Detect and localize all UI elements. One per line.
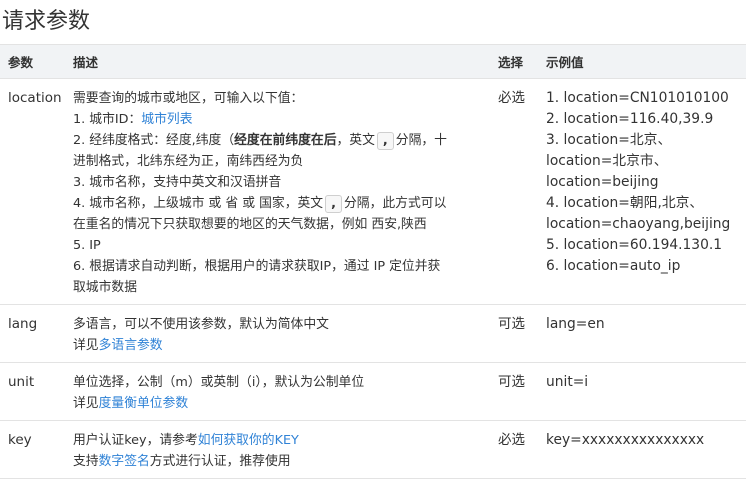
- desc-line: 6. 根据请求自动判断，根据用户的请求获取IP，通过 IP 定位并获: [73, 259, 441, 274]
- example-line: 6. location=auto_ip: [546, 258, 681, 274]
- desc-line: 4. 城市名称，上级城市 或 省 或 国家，英文, 分隔，此方式可以: [73, 193, 486, 214]
- param-description: 单位选择，公制（m）或英制（i），默认为公制单位 详见度量衡单位参数: [65, 362, 490, 421]
- desc-text: 2. 经纬度格式：经度,纬度（: [73, 133, 235, 148]
- desc-line: 在重名的情况下只获取想要的地区的天气数据，例如 西安,陕西: [73, 217, 427, 232]
- desc-bold-text: 经度在前纬度在后: [234, 133, 337, 148]
- desc-line: 1. 城市ID：城市列表: [73, 109, 486, 130]
- header-example: 示例值: [538, 44, 746, 79]
- desc-line: 5. IP: [73, 238, 101, 253]
- header-description: 描述: [65, 44, 490, 79]
- example-line: 4. location=朝阳,北京、: [546, 195, 704, 211]
- desc-line: 取城市数据: [73, 280, 137, 295]
- param-example: lang=en: [538, 304, 746, 363]
- desc-text: 方式进行认证，推荐使用: [149, 454, 291, 469]
- desc-text: 分隔，十: [395, 133, 447, 148]
- example-line: location=北京市、: [546, 153, 668, 169]
- desc-line: 需要查询的城市或地区，可输入以下值：: [73, 91, 304, 106]
- header-param: 参数: [0, 44, 65, 79]
- example-line: 2. location=116.40,39.9: [546, 111, 714, 127]
- header-choice: 选择: [490, 44, 538, 79]
- desc-text: 用户认证key，请参考: [73, 433, 198, 448]
- desc-line: 2. 经纬度格式：经度,纬度（经度在前纬度在后，英文, 分隔，十: [73, 130, 486, 151]
- param-choice: 可选: [490, 304, 538, 363]
- request-params-page: 请求参数 参数 描述 选择 示例值 location 需要查询的城市或地区，可输…: [0, 0, 750, 479]
- desc-text: 分隔，此方式可以: [343, 196, 447, 211]
- comma-code: ,: [325, 195, 342, 213]
- desc-text: 支持: [73, 454, 99, 469]
- desc-line: 多语言，可以不使用该参数，默认为简体中文: [73, 317, 329, 332]
- example-line: 5. location=60.194.130.1: [546, 237, 723, 253]
- desc-text: 详见: [73, 338, 99, 353]
- param-description: 多语言，可以不使用该参数，默认为简体中文 详见多语言参数: [65, 304, 490, 363]
- param-choice: 可选: [490, 362, 538, 421]
- desc-line: 支持数字签名方式进行认证，推荐使用: [73, 451, 486, 472]
- param-name: lang: [0, 304, 65, 363]
- example-line: 1. location=CN101010100: [546, 90, 729, 106]
- table-row-lang: lang 多语言，可以不使用该参数，默认为简体中文 详见多语言参数 可选 lan…: [0, 304, 746, 363]
- desc-line: 进制格式，北纬东经为正，南纬西经为负: [73, 154, 304, 169]
- param-description: 用户认证key，请参考如何获取你的KEY 支持数字签名方式进行认证，推荐使用: [65, 420, 490, 479]
- param-choice: 必选: [490, 420, 538, 479]
- unit-params-link[interactable]: 度量衡单位参数: [99, 396, 189, 411]
- param-example: unit=i: [538, 362, 746, 421]
- desc-text: 4. 城市名称，上级城市 或 省 或 国家，英文: [73, 196, 324, 211]
- table-row-unit: unit 单位选择，公制（m）或英制（i），默认为公制单位 详见度量衡单位参数 …: [0, 362, 746, 421]
- param-name: unit: [0, 362, 65, 421]
- example-line: 3. location=北京、: [546, 132, 672, 148]
- table-header-row: 参数 描述 选择 示例值: [0, 44, 746, 79]
- desc-line: 详见多语言参数: [73, 335, 486, 356]
- desc-line: 3. 城市名称，支持中英文和汉语拼音: [73, 175, 282, 190]
- param-example: 1. location=CN101010100 2. location=116.…: [538, 78, 746, 305]
- param-choice: 必选: [490, 78, 538, 305]
- example-line: location=beijing: [546, 174, 659, 190]
- table-row-key: key 用户认证key，请参考如何获取你的KEY 支持数字签名方式进行认证，推荐…: [0, 420, 746, 479]
- digital-signature-link[interactable]: 数字签名: [99, 454, 150, 469]
- table-row-location: location 需要查询的城市或地区，可输入以下值： 1. 城市ID：城市列表…: [0, 78, 746, 305]
- desc-line: 详见度量衡单位参数: [73, 393, 486, 414]
- get-key-link[interactable]: 如何获取你的KEY: [198, 433, 299, 448]
- comma-code: ,: [376, 132, 394, 150]
- param-name: key: [0, 420, 65, 479]
- city-list-link[interactable]: 城市列表: [141, 112, 192, 127]
- params-table: 参数 描述 选择 示例值 location 需要查询的城市或地区，可输入以下值：…: [0, 44, 746, 479]
- desc-line: 用户认证key，请参考如何获取你的KEY: [73, 430, 486, 451]
- desc-text: 详见: [73, 396, 99, 411]
- section-title: 请求参数: [2, 9, 91, 34]
- desc-text: ，英文: [336, 133, 375, 148]
- param-description: 需要查询的城市或地区，可输入以下值： 1. 城市ID：城市列表 2. 经纬度格式…: [65, 78, 490, 305]
- example-line: location=chaoyang,beijing: [546, 216, 731, 232]
- param-example: key=xxxxxxxxxxxxxxx: [538, 420, 746, 479]
- desc-text: 1. 城市ID：: [73, 112, 142, 127]
- param-name: location: [0, 78, 65, 305]
- desc-line: 单位选择，公制（m）或英制（i），默认为公制单位: [73, 375, 365, 390]
- language-params-link[interactable]: 多语言参数: [99, 338, 163, 353]
